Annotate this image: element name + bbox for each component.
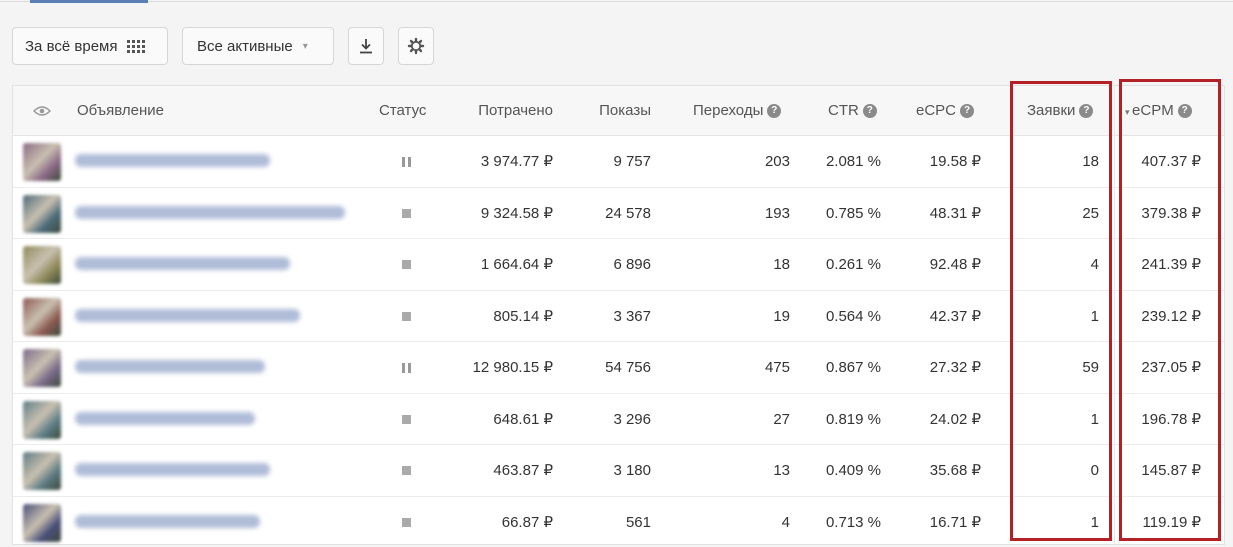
cell-spent: 9 324.58 ₽ [480,204,553,222]
ad-thumbnail-image[interactable] [23,452,61,490]
col-header-ecpc[interactable]: eCPC? [916,86,975,136]
cell-clicks: 475 [764,359,790,376]
stop-icon[interactable] [398,239,414,290]
download-icon [360,39,372,54]
cell-ecpc: 16.71 ₽ [929,513,981,531]
cell-ecpc: 24.02 ₽ [929,410,981,428]
stop-icon[interactable] [398,188,414,239]
cell-clicks: 193 [764,204,790,222]
cell-clicks: 203 [764,153,790,170]
visibility-toggle[interactable] [33,86,51,136]
cell-impressions: 9 757 [613,153,651,170]
stop-icon[interactable] [398,394,414,445]
cell-clicks: 13 [773,462,790,479]
highlight-ecpm-column [1119,79,1221,541]
col-header-ecpc-label: eCPC [916,102,957,119]
cell-impressions: 24 578 [605,204,651,222]
help-icon[interactable]: ? [960,104,975,119]
cell-ecpc: 42.37 ₽ [929,307,981,325]
settings-button[interactable] [398,27,434,65]
cell-ctr: 2.081 % [825,153,881,170]
ad-thumbnail-image[interactable] [23,400,61,439]
help-icon[interactable]: ? [767,104,782,119]
cell-clicks: 19 [773,307,790,325]
ad-name-link[interactable] [75,411,255,425]
period-label: За всё время [25,37,118,55]
pause-icon[interactable] [398,136,414,187]
ads-stats-table: Объявление Статус Потрачено Показы Перех… [12,79,1225,547]
stop-icon[interactable] [398,291,414,342]
col-header-clicks[interactable]: Переходы? [693,86,782,136]
cell-ctr: 0.713 % [825,513,881,531]
cell-impressions: 54 756 [605,359,651,376]
col-header-impressions[interactable]: Показы [573,86,651,136]
cell-clicks: 4 [781,513,790,531]
cell-impressions: 3 296 [613,410,651,428]
eye-icon [33,106,51,116]
cell-clicks: 27 [773,410,790,428]
cell-ctr: 0.819 % [825,410,881,428]
cell-impressions: 6 896 [613,256,651,273]
cell-ecpc: 35.68 ₽ [929,462,981,479]
ad-thumbnail-image[interactable] [23,143,61,181]
col-header-spent[interactable]: Потрачено [453,86,553,136]
cell-impressions: 561 [625,513,651,531]
col-header-ad[interactable]: Объявление [77,86,164,136]
ad-thumbnail-image[interactable] [23,349,61,387]
status-filter-label: Все активные [197,37,293,55]
gear-icon [407,37,425,55]
cell-ctr: 0.867 % [825,359,881,376]
ad-name-link[interactable] [75,154,270,167]
col-header-status[interactable]: Статус [379,86,426,136]
cell-spent: 1 664.64 ₽ [480,256,553,273]
cell-ctr: 0.785 % [825,204,881,222]
ad-thumbnail-image[interactable] [23,503,61,542]
cell-spent: 805.14 ₽ [493,307,553,325]
chevron-down-icon: ▾ [302,40,308,52]
highlight-leads-column [1010,81,1112,541]
col-header-clicks-label: Переходы [693,102,764,119]
cell-spent: 463.87 ₽ [493,462,553,479]
ad-name-link[interactable] [75,308,300,322]
cell-spent: 66.87 ₽ [501,513,553,531]
cell-ecpc: 27.32 ₽ [929,359,981,376]
cell-spent: 12 980.15 ₽ [472,359,553,376]
ad-name-link[interactable] [75,360,265,373]
ad-name-link[interactable] [75,463,270,476]
cell-impressions: 3 180 [613,462,651,479]
top-divider [0,1,1233,2]
ad-thumbnail-image[interactable] [23,194,61,233]
download-button[interactable] [348,27,384,65]
ad-thumbnail-image[interactable] [23,297,61,336]
period-selector-button[interactable]: За всё время [12,27,168,65]
cell-spent: 3 974.77 ₽ [480,153,553,170]
cell-clicks: 18 [773,256,790,273]
cell-ecpc: 48.31 ₽ [929,204,981,222]
cell-ctr: 0.564 % [825,307,881,325]
toolbar: За всё время Все активные ▾ [12,27,434,65]
col-header-ctr-label: CTR [828,102,859,119]
cell-ctr: 0.261 % [825,256,881,273]
cell-ecpc: 92.48 ₽ [929,256,981,273]
col-header-ctr[interactable]: CTR? [828,86,877,136]
pause-icon[interactable] [398,342,414,393]
ad-name-link[interactable] [75,257,290,270]
ad-name-link[interactable] [75,514,260,528]
active-tab-indicator [30,0,148,3]
cell-ctr: 0.409 % [825,462,881,479]
calendar-grid-icon [127,39,146,53]
stop-icon[interactable] [398,497,414,547]
ad-thumbnail-image[interactable] [23,246,61,284]
status-filter-select[interactable]: Все активные ▾ [182,27,334,65]
cell-ecpc: 19.58 ₽ [929,153,981,170]
help-icon[interactable]: ? [862,104,877,119]
stop-icon[interactable] [398,445,414,496]
cell-spent: 648.61 ₽ [493,410,553,428]
cell-impressions: 3 367 [613,307,651,325]
ad-name-link[interactable] [75,205,345,219]
